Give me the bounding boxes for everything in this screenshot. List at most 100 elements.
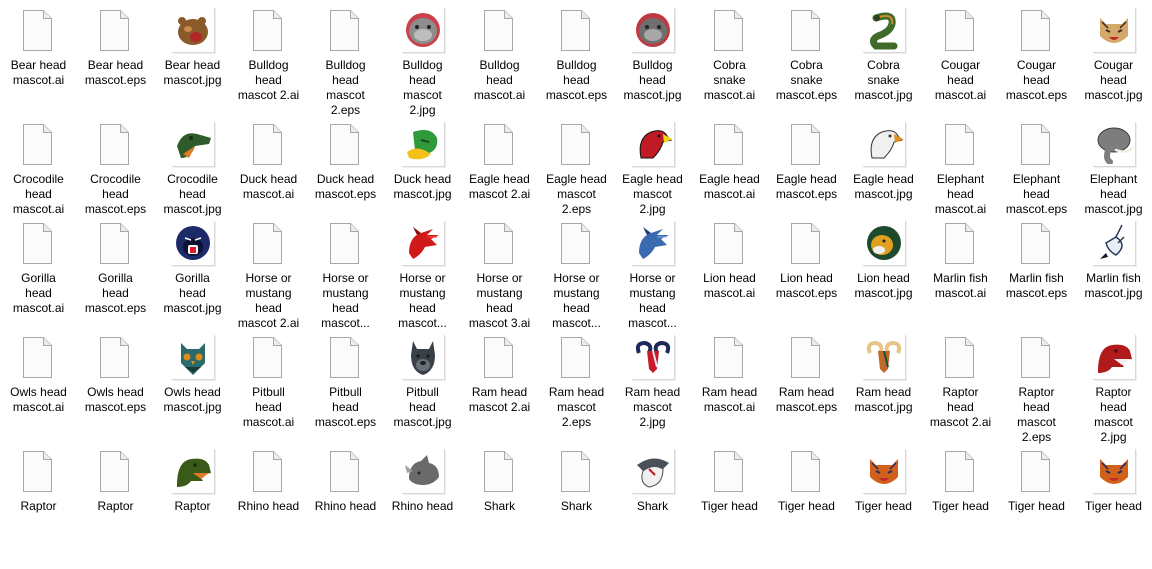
file-item-eps[interactable]: Bulldog head mascot 2.eps (307, 8, 384, 118)
file-item-eps[interactable]: Marlin fish mascot.eps (998, 221, 1075, 301)
file-thumbnail[interactable] (538, 8, 615, 54)
file-item-eps[interactable]: Lion head mascot.eps (768, 221, 845, 301)
file-name-label[interactable]: Cougar head mascot.ai (922, 58, 999, 103)
file-name-label[interactable]: Gorilla head mascot.jpg (154, 271, 231, 316)
file-name-label[interactable]: Bear head mascot.eps (77, 58, 154, 88)
file-name-label[interactable]: Elephant head mascot.ai (922, 172, 999, 217)
file-thumbnail[interactable] (768, 335, 845, 381)
file-thumbnail[interactable] (307, 449, 384, 495)
file-thumbnail[interactable] (77, 449, 154, 495)
file-thumbnail[interactable] (230, 449, 307, 495)
file-item-eps[interactable]: Ram head mascot 2.eps (538, 335, 615, 430)
file-thumbnail[interactable] (0, 8, 77, 54)
file-name-label[interactable]: Cougar head mascot.jpg (1075, 58, 1152, 103)
file-thumbnail[interactable] (461, 221, 538, 267)
file-thumbnail[interactable] (0, 335, 77, 381)
file-thumbnail[interactable] (307, 221, 384, 267)
file-name-label[interactable]: Eagle head mascot.ai (691, 172, 768, 202)
file-name-label[interactable]: Horse or mustang head mascot... (384, 271, 461, 331)
file-thumbnail[interactable] (154, 449, 231, 495)
file-item-eps[interactable]: Horse or mustang head mascot... (307, 221, 384, 331)
file-item-eps[interactable]: Elephant head mascot.eps (998, 122, 1075, 217)
file-item-eps[interactable]: Bear head mascot.eps (77, 8, 154, 88)
file-item-eps[interactable]: Crocodile head mascot.eps (77, 122, 154, 217)
file-item-jpg[interactable]: Bulldog head mascot 2.jpg (384, 8, 461, 118)
file-name-label[interactable]: Owls head mascot.jpg (154, 385, 231, 415)
file-thumbnail[interactable] (538, 122, 615, 168)
file-thumbnail[interactable] (614, 122, 691, 168)
file-thumbnail[interactable] (845, 335, 922, 381)
file-thumbnail[interactable] (614, 335, 691, 381)
file-name-label[interactable]: Ram head mascot 2.ai (461, 385, 538, 415)
file-item-jpg[interactable]: Rhino head (384, 449, 461, 514)
file-thumbnail[interactable] (691, 122, 768, 168)
file-thumbnail[interactable] (922, 122, 999, 168)
file-thumbnail[interactable] (614, 8, 691, 54)
file-thumbnail[interactable] (1075, 449, 1152, 495)
file-item-jpg[interactable]: Ram head mascot.jpg (845, 335, 922, 415)
file-item-ai[interactable]: Gorilla head mascot.ai (0, 221, 77, 316)
file-thumbnail[interactable] (154, 335, 231, 381)
file-item-jpg[interactable]: Shark (614, 449, 691, 514)
file-thumbnail[interactable] (77, 221, 154, 267)
file-thumbnail[interactable] (922, 8, 999, 54)
file-item-ai[interactable]: Elephant head mascot.ai (922, 122, 999, 217)
file-name-label[interactable]: Bear head mascot.ai (0, 58, 77, 88)
file-thumbnail[interactable] (154, 221, 231, 267)
file-thumbnail[interactable] (384, 8, 461, 54)
file-thumbnail[interactable] (998, 449, 1075, 495)
file-item-eps[interactable]: Raptor (77, 449, 154, 514)
file-item-ai[interactable]: Eagle head mascot.ai (691, 122, 768, 202)
file-item-eps[interactable]: Rhino head (307, 449, 384, 514)
file-item-ai[interactable]: Eagle head mascot 2.ai (461, 122, 538, 202)
file-item-eps[interactable]: Ram head mascot.eps (768, 335, 845, 415)
file-name-label[interactable]: Eagle head mascot 2.jpg (614, 172, 691, 217)
file-item-jpg[interactable]: Tiger head (1075, 449, 1152, 514)
file-name-label[interactable]: Owls head mascot.eps (77, 385, 154, 415)
file-name-label[interactable]: Cobra snake mascot.ai (691, 58, 768, 103)
file-item-jpg[interactable]: Ram head mascot 2.jpg (614, 335, 691, 430)
file-name-label[interactable]: Eagle head mascot.eps (768, 172, 845, 202)
file-item-ai[interactable]: Raptor head mascot 2.ai (922, 335, 999, 430)
file-name-label[interactable]: Eagle head mascot 2.eps (538, 172, 615, 217)
file-thumbnail[interactable] (845, 8, 922, 54)
file-name-label[interactable]: Raptor head mascot 2.jpg (1075, 385, 1152, 445)
file-thumbnail[interactable] (461, 335, 538, 381)
file-name-label[interactable]: Crocodile head mascot.jpg (154, 172, 231, 217)
file-item-ai[interactable]: Owls head mascot.ai (0, 335, 77, 415)
file-thumbnail[interactable] (307, 335, 384, 381)
file-name-label[interactable]: Ram head mascot.eps (768, 385, 845, 415)
file-item-ai[interactable]: Bulldog head mascot.ai (461, 8, 538, 103)
file-name-label[interactable]: Marlin fish mascot.jpg (1075, 271, 1152, 301)
file-item-jpg[interactable]: Raptor (154, 449, 231, 514)
file-name-label[interactable]: Elephant head mascot.jpg (1075, 172, 1152, 217)
file-thumbnail[interactable] (691, 449, 768, 495)
file-item-jpg[interactable]: Horse or mustang head mascot... (614, 221, 691, 331)
file-item-jpg[interactable]: Horse or mustang head mascot... (384, 221, 461, 331)
file-name-label[interactable]: Elephant head mascot.eps (998, 172, 1075, 217)
file-thumbnail[interactable] (768, 122, 845, 168)
file-item-eps[interactable]: Eagle head mascot.eps (768, 122, 845, 202)
file-item-eps[interactable]: Pitbull head mascot.eps (307, 335, 384, 430)
file-name-label[interactable]: Crocodile head mascot.eps (77, 172, 154, 217)
file-name-label[interactable]: Lion head mascot.ai (691, 271, 768, 301)
file-name-label[interactable]: Bulldog head mascot.ai (461, 58, 538, 103)
file-item-eps[interactable]: Gorilla head mascot.eps (77, 221, 154, 316)
file-thumbnail[interactable] (461, 8, 538, 54)
file-name-label[interactable]: Pitbull head mascot.jpg (384, 385, 461, 430)
file-item-jpg[interactable]: Elephant head mascot.jpg (1075, 122, 1152, 217)
file-thumbnail[interactable] (230, 8, 307, 54)
file-name-label[interactable]: Ram head mascot 2.jpg (614, 385, 691, 430)
file-thumbnail[interactable] (538, 449, 615, 495)
file-thumbnail[interactable] (0, 449, 77, 495)
file-name-label[interactable]: Ram head mascot 2.eps (538, 385, 615, 430)
file-thumbnail[interactable] (230, 335, 307, 381)
file-name-label[interactable]: Ram head mascot.jpg (845, 385, 922, 415)
file-item-ai[interactable]: Tiger head (691, 449, 768, 514)
file-item-jpg[interactable]: Cougar head mascot.jpg (1075, 8, 1152, 103)
file-item-eps[interactable]: Horse or mustang head mascot... (538, 221, 615, 331)
file-name-label[interactable]: Cobra snake mascot.eps (768, 58, 845, 103)
file-item-jpg[interactable]: Bear head mascot.jpg (154, 8, 231, 88)
file-name-label[interactable]: Raptor head mascot 2.ai (922, 385, 999, 430)
file-thumbnail[interactable] (922, 335, 999, 381)
